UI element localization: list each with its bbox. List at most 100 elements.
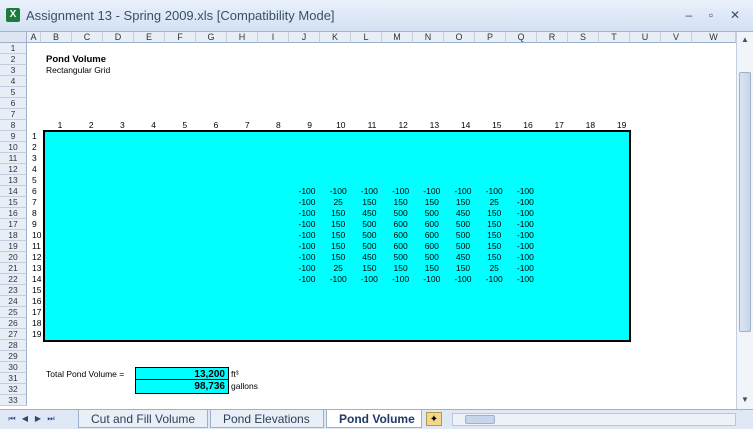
row-header[interactable]: 18 [0,230,27,241]
row-header[interactable]: 19 [0,241,27,252]
row-header[interactable]: 6 [0,98,27,109]
elevation-cell[interactable]: 450 [450,252,476,263]
elevation-cell[interactable]: 500 [388,208,414,219]
vertical-scrollbar[interactable]: ▲ ▼ [736,32,753,409]
elevation-cell[interactable]: -100 [512,208,538,219]
elevation-cell[interactable]: 500 [419,208,445,219]
tab-cut-and-fill-volume[interactable]: Cut and Fill Volume [78,410,208,428]
row-header[interactable]: 22 [0,274,27,285]
elevation-cell[interactable]: 150 [325,219,351,230]
column-header[interactable]: V [661,32,692,43]
select-all-corner[interactable] [0,32,27,43]
total-gallons-value[interactable]: 98,736 [135,379,229,394]
elevation-cell[interactable]: 600 [388,230,414,241]
elevation-cell[interactable]: 150 [325,208,351,219]
column-header[interactable]: S [568,32,599,43]
elevation-cell[interactable]: -100 [294,241,320,252]
elevation-cell[interactable]: 25 [481,263,507,274]
column-header[interactable]: M [382,32,413,43]
row-header[interactable]: 31 [0,373,27,384]
row-header[interactable]: 16 [0,208,27,219]
first-sheet-icon[interactable]: ⏮ [6,413,18,425]
row-header[interactable]: 26 [0,318,27,329]
column-header[interactable]: B [41,32,72,43]
elevation-cell[interactable]: 150 [481,219,507,230]
maximize-button[interactable]: ▫ [700,7,722,23]
tab-pond-elevations[interactable]: Pond Elevations [210,410,324,428]
elevation-cell[interactable]: 450 [356,208,382,219]
elevation-cell[interactable]: 150 [356,263,382,274]
elevation-cell[interactable]: -100 [294,219,320,230]
elevation-cell[interactable]: -100 [512,274,538,285]
elevation-cell[interactable]: 150 [325,252,351,263]
column-header[interactable]: U [630,32,661,43]
row-header[interactable]: 23 [0,285,27,296]
column-header[interactable]: R [537,32,568,43]
row-header[interactable]: 20 [0,252,27,263]
elevation-cell[interactable]: 600 [388,219,414,230]
row-header[interactable]: 4 [0,76,27,87]
horizontal-scrollbar[interactable] [452,413,736,426]
scroll-down-icon[interactable]: ▼ [739,394,751,406]
elevation-cell[interactable]: 500 [356,241,382,252]
column-header[interactable]: W [692,32,736,43]
elevation-cell[interactable]: 600 [388,241,414,252]
elevation-cell[interactable]: 150 [356,197,382,208]
elevation-cell[interactable]: 25 [481,197,507,208]
elevation-cell[interactable]: 150 [450,263,476,274]
elevation-cell[interactable]: 500 [419,252,445,263]
elevation-cell[interactable]: -100 [419,274,445,285]
elevation-cell[interactable]: 150 [481,241,507,252]
elevation-cell[interactable]: -100 [325,274,351,285]
row-header[interactable]: 17 [0,219,27,230]
row-header[interactable]: 21 [0,263,27,274]
elevation-cell[interactable]: -100 [512,263,538,274]
elevation-cell[interactable]: 500 [356,230,382,241]
minimize-button[interactable]: – [678,7,700,23]
column-header[interactable]: I [258,32,289,43]
elevation-cell[interactable]: 500 [450,241,476,252]
row-header[interactable]: 29 [0,351,27,362]
column-header[interactable]: J [289,32,320,43]
row-header[interactable]: 11 [0,153,27,164]
elevation-cell[interactable]: -100 [356,274,382,285]
column-header[interactable]: P [475,32,506,43]
elevation-cell[interactable]: 150 [419,263,445,274]
elevation-cell[interactable]: -100 [294,208,320,219]
column-header[interactable]: G [196,32,227,43]
row-header[interactable]: 28 [0,340,27,351]
elevation-cell[interactable]: 150 [450,197,476,208]
close-button[interactable]: ✕ [724,7,746,23]
elevation-cell[interactable]: 25 [325,263,351,274]
elevation-cell[interactable]: 150 [481,208,507,219]
elevation-cell[interactable]: 500 [450,219,476,230]
elevation-cell[interactable]: 150 [481,252,507,263]
row-header[interactable]: 13 [0,175,27,186]
elevation-cell[interactable]: -100 [450,186,476,197]
row-header[interactable]: 14 [0,186,27,197]
last-sheet-icon[interactable]: ⏭ [45,413,57,425]
row-header[interactable]: 8 [0,120,27,131]
row-header[interactable]: 12 [0,164,27,175]
row-header[interactable]: 7 [0,109,27,120]
row-header[interactable]: 9 [0,131,27,142]
column-header[interactable]: N [413,32,444,43]
excel-app-icon[interactable]: X [6,8,20,22]
elevation-cell[interactable]: -100 [512,230,538,241]
prev-sheet-icon[interactable]: ◀ [19,413,31,425]
row-header[interactable]: 24 [0,296,27,307]
column-header[interactable]: K [320,32,351,43]
elevation-cell[interactable]: -100 [325,186,351,197]
column-header[interactable]: L [351,32,382,43]
elevation-cell[interactable]: -100 [388,186,414,197]
elevation-cell[interactable]: -100 [512,252,538,263]
elevation-cell[interactable]: -100 [356,186,382,197]
column-header[interactable]: H [227,32,258,43]
elevation-cell[interactable]: 600 [419,219,445,230]
row-header[interactable]: 33 [0,395,27,406]
horizontal-scroll-thumb[interactable] [465,415,495,424]
elevation-cell[interactable]: -100 [294,252,320,263]
elevation-cell[interactable]: 600 [419,241,445,252]
elevation-cell[interactable]: 25 [325,197,351,208]
elevation-cell[interactable]: 150 [481,230,507,241]
